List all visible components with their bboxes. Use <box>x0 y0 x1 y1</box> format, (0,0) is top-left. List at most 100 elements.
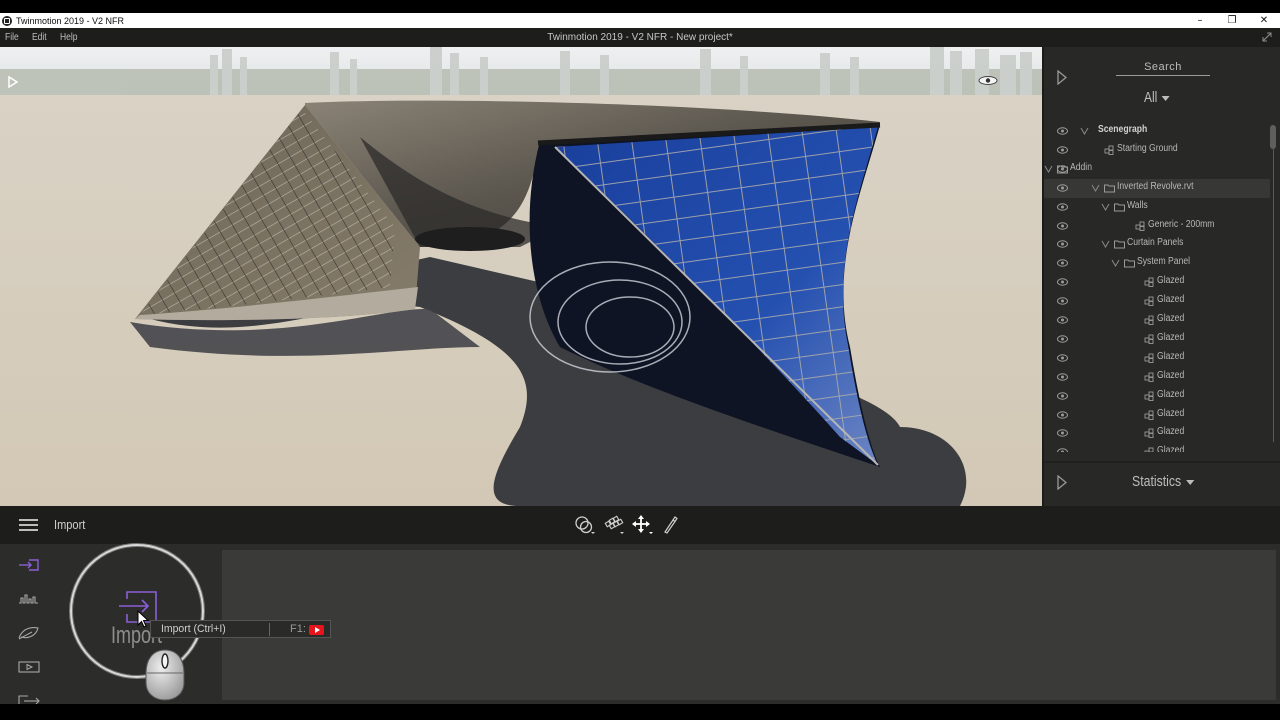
twinmotion-app-icon <box>2 15 12 26</box>
tree-row[interactable]: Glazed <box>1044 443 1270 452</box>
object-cubes-icon <box>1144 334 1154 344</box>
chevron-down-icon[interactable] <box>1091 183 1100 192</box>
move-icon <box>632 515 653 534</box>
chevron-down-icon[interactable] <box>1044 164 1053 173</box>
object-cubes-icon <box>1144 315 1154 325</box>
tree-item-label: Glazed <box>1157 426 1185 438</box>
eyedropper-icon <box>664 516 678 534</box>
visibility-eye-icon[interactable] <box>1057 183 1068 192</box>
scrollbar-track <box>1273 132 1274 442</box>
scrollbar-thumb[interactable] <box>1270 125 1276 149</box>
main-menu: File Edit Help <box>0 28 87 47</box>
move-tool-button[interactable] <box>630 515 659 535</box>
tree-row[interactable]: Glazed <box>1044 349 1270 368</box>
menu-bar: File Edit Help Twinmotion 2019 - V2 NFR … <box>0 28 1280 47</box>
tree-item-label: Glazed <box>1157 388 1185 400</box>
tree-row[interactable]: Glazed <box>1044 311 1270 330</box>
visibility-eye-icon[interactable] <box>1057 259 1068 267</box>
tree-row[interactable]: Glazed <box>1044 292 1270 311</box>
tree-row[interactable]: Starting Ground <box>1044 141 1270 160</box>
object-cubes-icon <box>1144 391 1154 401</box>
tree-item-label: Walls <box>1127 199 1148 211</box>
tree-row[interactable]: Glazed <box>1044 273 1270 292</box>
visibility-eye-icon[interactable] <box>1057 448 1068 452</box>
eyedropper-tool-button[interactable] <box>659 515 688 535</box>
tree-item-label: Addin <box>1070 161 1092 173</box>
tree-item-label: Inverted Revolve.rvt <box>1117 180 1194 192</box>
object-cubes-icon <box>1135 221 1145 231</box>
fullscreen-icon[interactable] <box>1262 32 1272 42</box>
close-button[interactable]: ✕ <box>1248 13 1280 28</box>
object-cubes-icon <box>1144 353 1154 363</box>
tree-row[interactable]: Glazed <box>1044 368 1270 387</box>
folder-icon <box>1057 165 1068 174</box>
chevron-down-icon[interactable] <box>1101 202 1110 211</box>
visibility-eye-icon[interactable] <box>1057 146 1068 154</box>
tree-row[interactable]: System Panel <box>1044 254 1270 273</box>
grid-tool-button[interactable] <box>601 515 630 535</box>
visibility-eye-icon[interactable] <box>1057 429 1068 438</box>
visibility-eye-icon[interactable] <box>1057 372 1068 381</box>
import-category-icon[interactable] <box>16 556 42 574</box>
3d-viewport[interactable] <box>0 47 1042 506</box>
panel-divider <box>1044 461 1280 463</box>
tree-item-label: Starting Ground <box>1117 142 1178 154</box>
bottom-toolbar: Import <box>0 506 1280 544</box>
camera-eye-icon[interactable] <box>978 76 998 85</box>
grid-icon <box>604 515 624 534</box>
tree-row[interactable]: Inverted Revolve.rvt <box>1044 178 1270 198</box>
project-title: Twinmotion 2019 - V2 NFR - New project* <box>547 32 733 43</box>
visibility-eye-icon[interactable] <box>1057 202 1068 211</box>
menu-help[interactable]: Help <box>60 32 77 43</box>
scene-panel: Search All Scenegraph Starting Ground Addi… <box>1042 47 1280 506</box>
chevron-down-icon[interactable] <box>1101 239 1110 249</box>
tree-row[interactable]: Glazed <box>1044 387 1270 406</box>
menu-edit[interactable]: Edit <box>32 32 47 43</box>
tree-row[interactable]: Addin <box>1044 160 1270 179</box>
tree-item-label: Generic - 200mm <box>1148 218 1215 230</box>
visibility-eye-icon[interactable] <box>1057 391 1068 400</box>
chevron-down-icon[interactable] <box>1111 258 1120 268</box>
visibility-eye-icon[interactable] <box>1057 354 1068 362</box>
minimize-button[interactable]: – <box>1184 13 1216 28</box>
tree-row[interactable]: Glazed <box>1044 406 1270 425</box>
tree-row[interactable]: Curtain Panels <box>1044 235 1270 254</box>
youtube-icon[interactable] <box>309 625 324 635</box>
tree-item-label: Glazed <box>1157 294 1185 306</box>
object-cubes-icon <box>1144 447 1154 452</box>
collapse-panel-icon[interactable] <box>1057 70 1067 85</box>
tree-row[interactable]: Glazed <box>1044 424 1270 443</box>
chevron-down-icon <box>1161 96 1170 101</box>
tree-item-label: Glazed <box>1157 275 1185 287</box>
visibility-eye-icon[interactable] <box>1057 127 1068 135</box>
tree-row[interactable]: Scenegraph <box>1044 122 1270 141</box>
chevron-down-icon[interactable] <box>1080 126 1089 135</box>
tree-scrollbar[interactable] <box>1270 122 1276 452</box>
visibility-eye-icon[interactable] <box>1057 335 1068 343</box>
nature-leaf-icon[interactable] <box>16 624 42 642</box>
menu-file[interactable]: File <box>5 32 19 43</box>
expand-statistics-icon[interactable] <box>1057 475 1067 490</box>
import-tooltip: Import (Ctrl+I) F1: <box>150 620 331 638</box>
expand-left-panel-icon[interactable] <box>8 76 18 88</box>
visibility-eye-icon[interactable] <box>1057 410 1068 419</box>
folder-icon <box>1114 203 1125 212</box>
tree-row[interactable]: Generic - 200mm <box>1044 217 1270 236</box>
tree-row[interactable]: Walls <box>1044 198 1270 217</box>
chevron-down-icon <box>1186 480 1195 485</box>
visibility-eye-icon[interactable] <box>1057 278 1068 286</box>
search-field[interactable]: Search <box>1116 61 1210 76</box>
visibility-eye-icon[interactable] <box>1057 240 1068 249</box>
hamburger-menu-icon[interactable] <box>19 519 38 531</box>
visibility-eye-icon[interactable] <box>1057 316 1068 324</box>
tree-row[interactable]: Glazed <box>1044 330 1270 349</box>
visibility-eye-icon[interactable] <box>1057 297 1068 305</box>
filter-dropdown[interactable]: All <box>1144 89 1170 106</box>
audio-waveform-icon[interactable] <box>16 590 42 608</box>
statistics-dropdown[interactable]: Statistics <box>1132 473 1195 490</box>
restore-button[interactable]: ❐ <box>1216 13 1248 28</box>
object-cubes-icon <box>1144 372 1154 382</box>
selection-tool-button[interactable] <box>572 515 601 535</box>
visibility-eye-icon[interactable] <box>1057 221 1068 230</box>
media-play-icon[interactable] <box>16 658 42 676</box>
